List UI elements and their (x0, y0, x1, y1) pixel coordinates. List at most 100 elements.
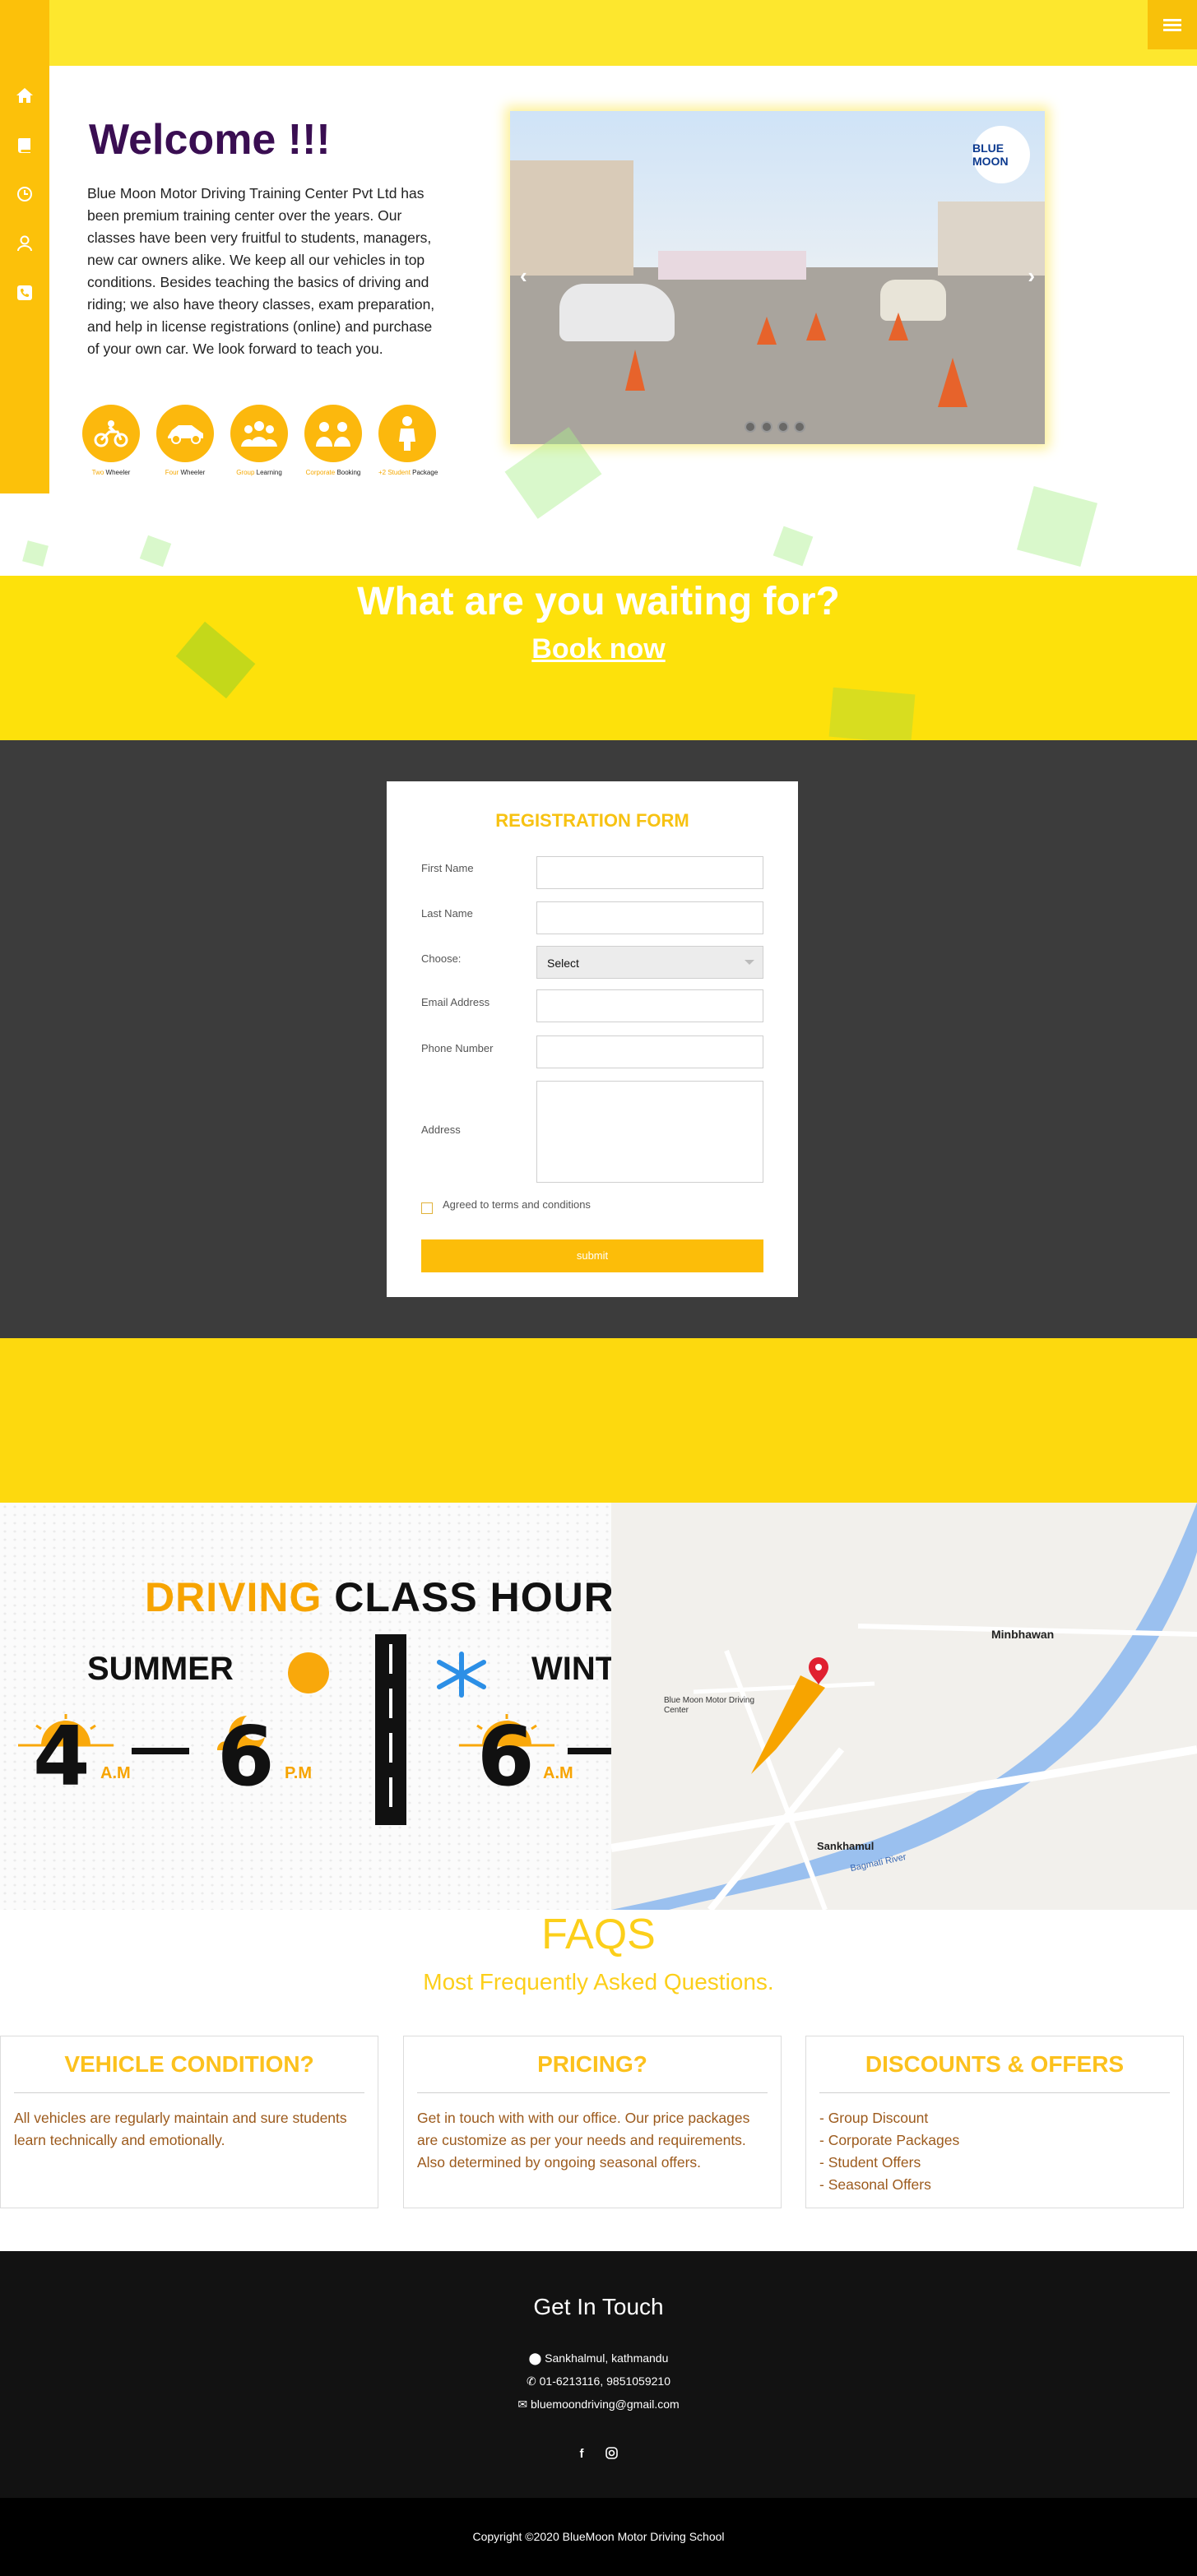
road-divider (375, 1634, 406, 1825)
chevron-down-icon (745, 960, 754, 965)
faq-subtitle: Most Frequently Asked Questions. (423, 1969, 774, 1995)
nav-home[interactable] (0, 71, 49, 120)
corporate-icon (316, 422, 350, 447)
class-hours-section: DRIVING CLASS HOURS SUMMER WINTER 4 A.M … (0, 1503, 1197, 1910)
snowflake-icon (437, 1652, 486, 1698)
discount-list: - Group Discount - Corporate Packages - … (819, 2107, 959, 2196)
summer-label: SUMMER (87, 1651, 234, 1687)
email-label: Email Address (421, 996, 490, 1008)
registration-section: REGISTRATION FORM First Name Last Name C… (0, 740, 1197, 1338)
book-icon (18, 138, 30, 153)
service-group-learning[interactable]: Group Learning (230, 405, 288, 476)
submit-button[interactable]: submit (421, 1239, 763, 1272)
summer-start-hour: 4 (33, 1708, 90, 1805)
footer-phone[interactable]: ✆ 01-6213116, 9851059210 (0, 2374, 1197, 2388)
services-list: Two Wheeler Four Wheeler Group Learning … (82, 405, 438, 476)
decorative-shape (139, 535, 172, 568)
first-name-input[interactable] (536, 856, 763, 889)
facebook-icon[interactable]: f (580, 2447, 584, 2461)
image-carousel[interactable]: BLUE MOON ‹ › (510, 111, 1045, 444)
footer-title: Get In Touch (533, 2294, 664, 2319)
address-textarea[interactable] (536, 1081, 763, 1183)
list-item: - Corporate Packages (819, 2132, 960, 2148)
motorbike-icon (94, 420, 128, 447)
choose-label: Choose: (421, 952, 462, 965)
phone-label: Phone Number (421, 1042, 494, 1054)
nav-hours[interactable] (0, 169, 49, 219)
faq-card-text: Get in touch with with our office. Our p… (417, 2110, 750, 2171)
phone-input[interactable] (536, 1035, 763, 1068)
clock-icon (17, 187, 32, 202)
map-marker-icon: ⬤ (528, 2351, 545, 2365)
last-name-label: Last Name (421, 907, 473, 920)
student-icon (399, 416, 415, 451)
summer-end-hour: 6 (217, 1708, 275, 1805)
welcome-description: Blue Moon Motor Driving Training Center … (87, 185, 435, 357)
group-icon (241, 421, 277, 447)
map-label-minbhawan: Minbhawan (991, 1628, 1055, 1641)
service-student-package[interactable]: +2 Student Package (378, 405, 438, 476)
decorative-shape (828, 687, 916, 744)
email-input[interactable] (536, 989, 763, 1022)
winter-start-hour: 6 (477, 1708, 535, 1805)
winter-am-label: A.M (543, 1764, 573, 1782)
top-bar (0, 0, 1197, 66)
last-name-input[interactable] (536, 901, 763, 934)
social-links: f (0, 2447, 1197, 2461)
book-now-link[interactable]: Book now (0, 633, 1197, 665)
welcome-title: Welcome !!! (89, 116, 331, 164)
nav-register[interactable] (0, 219, 49, 268)
class-hours-title: DRIVING CLASS HOURS (145, 1574, 643, 1620)
list-item: - Group Discount (819, 2110, 929, 2126)
faq-card-title: VEHICLE CONDITION? (64, 2051, 314, 2077)
car-image (559, 284, 675, 341)
location-map[interactable]: Minbhawan Blue Moon Motor Driving Center… (611, 1503, 1197, 1910)
first-name-label: First Name (421, 862, 474, 874)
blue-moon-logo: BLUE MOON (972, 126, 1030, 183)
choose-select-value: Select (547, 957, 579, 970)
map-label-blue-moon: Blue Moon Motor Driving Center (664, 1696, 755, 1715)
address-label: Address (421, 1124, 461, 1136)
summer-dash (132, 1748, 189, 1754)
carousel-dot[interactable] (777, 421, 789, 433)
faq-card-title: PRICING? (537, 2051, 647, 2077)
faq-card-title: DISCOUNTS & OFFERS (865, 2051, 1125, 2077)
nav-courses[interactable] (0, 120, 49, 169)
service-corporate-booking[interactable]: Corporate Booking (304, 405, 362, 476)
hamburger-icon (1163, 16, 1181, 34)
map-label-sankhamul: Sankhamul (817, 1840, 875, 1852)
carousel-prev-button[interactable]: ‹ (520, 263, 527, 289)
instagram-icon[interactable] (605, 2447, 618, 2459)
carousel-next-button[interactable]: › (1028, 263, 1035, 289)
cta-title: What are you waiting for? (357, 580, 840, 623)
footer: Get In Touch ⬤ Sankhalmul, kathmandu ✆ 0… (0, 2251, 1197, 2498)
list-item: - Seasonal Offers (819, 2176, 931, 2193)
side-navigation (0, 0, 49, 493)
user-icon (17, 235, 32, 252)
registration-form: REGISTRATION FORM First Name Last Name C… (387, 781, 798, 1297)
page: Welcome !!! Blue Moon Motor Driving Trai… (0, 0, 1197, 2576)
service-two-wheeler[interactable]: Two Wheeler (82, 405, 140, 476)
yellow-band (0, 1338, 1197, 1503)
list-item: - Student Offers (819, 2154, 921, 2171)
nav-contact[interactable] (0, 268, 49, 317)
sun-icon (288, 1652, 329, 1693)
faq-title: FAQS (541, 1911, 656, 1958)
summer-am-label: A.M (100, 1764, 131, 1782)
carousel-dot[interactable] (794, 421, 805, 433)
carousel-dot[interactable] (745, 421, 756, 433)
decorative-shape (1017, 486, 1097, 567)
service-four-wheeler[interactable]: Four Wheeler (156, 405, 214, 476)
hamburger-menu-button[interactable] (1148, 0, 1197, 49)
choose-select[interactable]: Select (536, 946, 763, 979)
terms-checkbox[interactable] (421, 1202, 433, 1214)
phone-icon (17, 285, 32, 300)
carousel-indicators (745, 421, 805, 433)
carousel-dot[interactable] (761, 421, 772, 433)
summer-pm-label: P.M (285, 1764, 312, 1782)
faq-card-pricing: PRICING? Get in touch with with our offi… (403, 2036, 782, 2208)
faq-card-discounts: DISCOUNTS & OFFERS - Group Discount - Co… (805, 2036, 1184, 2208)
faq-card-text: All vehicles are regularly maintain and … (14, 2110, 347, 2148)
footer-address: ⬤ Sankhalmul, kathmandu (528, 2351, 669, 2365)
footer-email[interactable]: ✉ bluemoondriving@gmail.com (0, 2398, 1197, 2412)
